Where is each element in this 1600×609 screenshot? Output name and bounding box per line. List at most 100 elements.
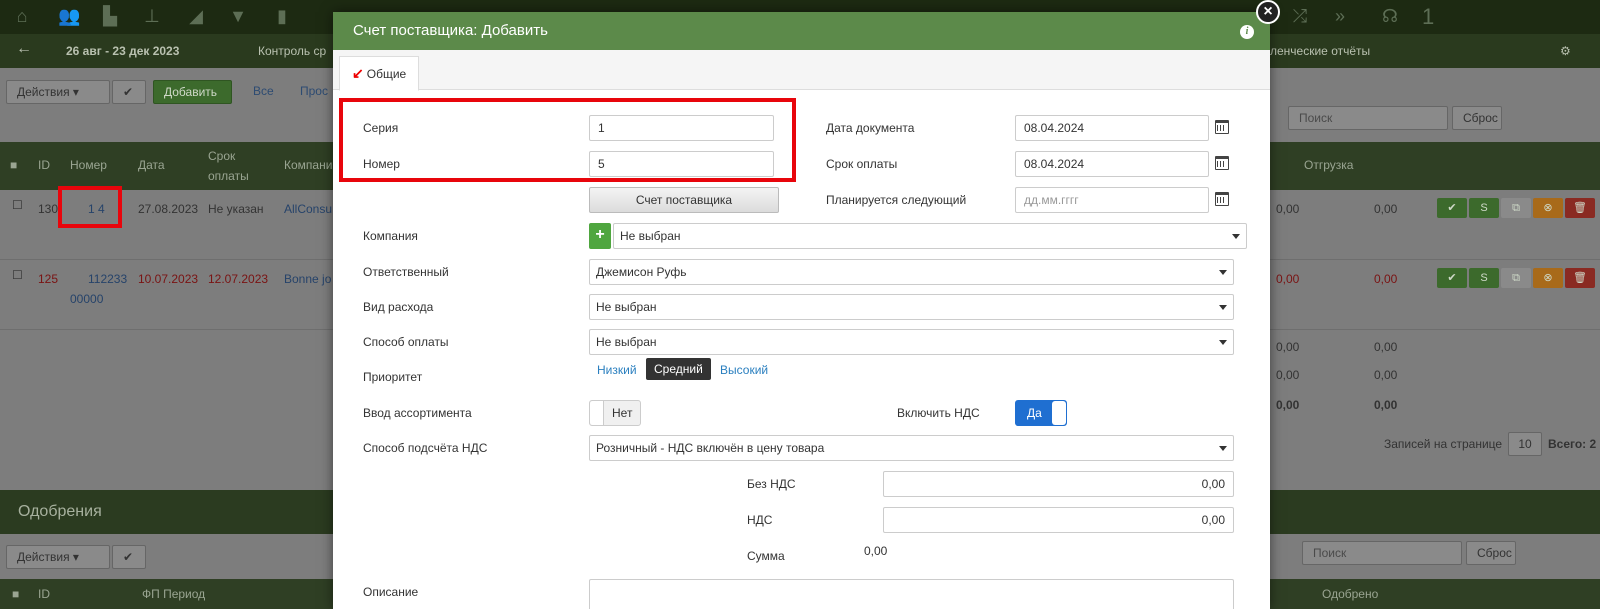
description-textarea[interactable] [589, 579, 1234, 609]
hierarchy-icon[interactable]: ⊥ [142, 6, 162, 26]
approvals-col-period[interactable]: ФП Период [142, 587, 205, 601]
approvals-select-all[interactable]: ■ [12, 587, 19, 601]
settings-icon[interactable]: ⚙ [1560, 44, 1571, 58]
back-icon[interactable]: ← [16, 40, 32, 58]
company-label: Компания [363, 229, 418, 243]
col-number[interactable]: Номер [70, 158, 107, 172]
col-date[interactable]: Дата [138, 158, 165, 172]
priority-label: Приоритет [363, 370, 423, 384]
priority-high[interactable]: Высокий [720, 363, 768, 377]
row-amount: 0,00 [1276, 272, 1300, 286]
shuffle-icon[interactable]: ⤮ [1290, 6, 1310, 26]
priority-mid[interactable]: Средний [646, 358, 711, 380]
approvals-reset-button[interactable]: Сброс [1466, 541, 1516, 565]
copy-button[interactable]: ⧉ [1501, 198, 1531, 218]
nav-control[interactable]: Контроль ср [258, 44, 326, 58]
select-all-checkbox[interactable]: ■ [10, 158, 17, 172]
total-value: 0,00 [1374, 340, 1398, 354]
col-due[interactable]: Срок оплаты [208, 146, 258, 186]
users-icon[interactable]: 👥 [58, 6, 80, 26]
copy-button[interactable]: ⧉ [1501, 268, 1531, 288]
row-number[interactable]: 1 4 [88, 202, 105, 216]
expense-type-select[interactable]: Не выбран [589, 294, 1234, 320]
without-vat-input[interactable]: 0,00 [883, 471, 1234, 497]
approve-button[interactable]: ✔ [1437, 268, 1467, 288]
approvals-search-input[interactable]: Поиск [1302, 541, 1462, 565]
doc-date-input[interactable]: 08.04.2024 [1015, 115, 1209, 141]
chart-icon[interactable]: ◢ [186, 6, 206, 26]
due-date-input[interactable]: 08.04.2024 [1015, 151, 1209, 177]
vat-calc-select[interactable]: Розничный - НДС включён в цену товара [589, 435, 1234, 461]
vat-include-label: Включить НДС [897, 406, 980, 420]
next-planned-input[interactable]: дд.мм.гггг [1015, 187, 1209, 213]
add-company-button[interactable]: + [589, 223, 611, 249]
payment-method-label: Способ оплаты [363, 335, 449, 349]
cancel-button[interactable]: ⊗ [1533, 198, 1563, 218]
s-button[interactable]: S [1469, 268, 1499, 288]
date-range[interactable]: 26 авг - 23 дек 2023 [66, 44, 179, 58]
approvals-actions-dropdown[interactable]: Действия ▾ [6, 545, 110, 569]
description-label: Описание [363, 585, 419, 599]
responsible-select[interactable]: Джемисон Руфь [589, 259, 1234, 285]
home-icon[interactable]: ⌂ [12, 6, 32, 26]
approvals-col-approved[interactable]: Одобрено [1322, 587, 1378, 601]
row-number[interactable]: 112233 [88, 272, 127, 286]
company-select[interactable]: Не выбран [613, 223, 1247, 249]
doc-type-button[interactable]: Счет поставщика [589, 187, 779, 213]
tab-general[interactable]: ↙ Общие [339, 56, 420, 91]
number-input[interactable]: 5 [589, 151, 774, 177]
delete-button[interactable]: 🗑 [1565, 198, 1595, 218]
row-date: 10.07.2023 [138, 272, 199, 286]
col-id[interactable]: ID [38, 158, 50, 172]
filter-icon[interactable]: ▼ [228, 6, 248, 26]
filter-overdue[interactable]: Прос [300, 84, 328, 98]
calendar-icon[interactable] [1215, 120, 1229, 134]
vat-input[interactable]: 0,00 [883, 507, 1234, 533]
row-checkbox[interactable]: ☐ [12, 198, 23, 212]
info-icon[interactable]: i [1240, 25, 1254, 39]
headset-icon[interactable]: ☊ [1380, 6, 1400, 26]
row-number-line2[interactable]: 00000 [70, 292, 103, 306]
add-button[interactable]: Добавить [153, 80, 232, 104]
forward-icon[interactable]: » [1330, 6, 1350, 26]
series-input[interactable]: 1 [589, 115, 774, 141]
search-input[interactable]: Поиск [1288, 106, 1448, 130]
row-date: 27.08.2023 [138, 202, 199, 216]
sum-label: Сумма [747, 549, 785, 563]
check-button[interactable]: ✔ [112, 80, 146, 104]
row-checkbox[interactable]: ☐ [12, 268, 23, 282]
chevron-down-icon [1219, 446, 1227, 451]
row-company[interactable]: AllConsu [284, 202, 332, 216]
s-button[interactable]: S [1469, 198, 1499, 218]
priority-low[interactable]: Низкий [597, 363, 637, 377]
col-company[interactable]: Компани [284, 158, 332, 172]
approvals-check-button[interactable]: ✔ [112, 545, 146, 569]
total-value: 0,00 [1276, 368, 1300, 382]
delete-button[interactable]: 🗑 [1565, 268, 1595, 288]
assortment-toggle[interactable]: Нет [589, 400, 641, 426]
reset-button[interactable]: Сброс [1452, 106, 1502, 130]
payment-method-select[interactable]: Не выбран [589, 329, 1234, 355]
notification-count: 1 [1422, 4, 1435, 29]
approvals-col-id[interactable]: ID [38, 587, 50, 601]
vat-include-toggle[interactable]: Да [1015, 400, 1067, 426]
calendar-icon[interactable] [1215, 192, 1229, 206]
cancel-button[interactable]: ⊗ [1533, 268, 1563, 288]
close-icon[interactable]: × [1256, 0, 1280, 24]
nav-reports[interactable]: ленческие отчёты [1270, 44, 1370, 58]
approve-button[interactable]: ✔ [1437, 198, 1467, 218]
vat-include-value: Да [1027, 406, 1042, 420]
factory-icon[interactable]: ▙ [100, 6, 120, 26]
actions-dropdown[interactable]: Действия ▾ [6, 80, 110, 104]
total-value: 0,00 [1374, 368, 1398, 382]
without-vat-label: Без НДС [747, 477, 796, 491]
calendar-icon[interactable] [1215, 156, 1229, 170]
bar-chart-icon[interactable]: ▮ [272, 6, 292, 26]
records-per-page-select[interactable]: 10 [1508, 432, 1542, 456]
modal-tabs: ↙ Общие [333, 50, 1270, 91]
row-company[interactable]: Bonne jo [284, 272, 331, 286]
number-label: Номер [363, 157, 400, 171]
filter-all[interactable]: Все [253, 84, 274, 98]
col-shipment[interactable]: Отгрузка [1304, 158, 1353, 172]
payment-method-value: Не выбран [596, 335, 657, 349]
